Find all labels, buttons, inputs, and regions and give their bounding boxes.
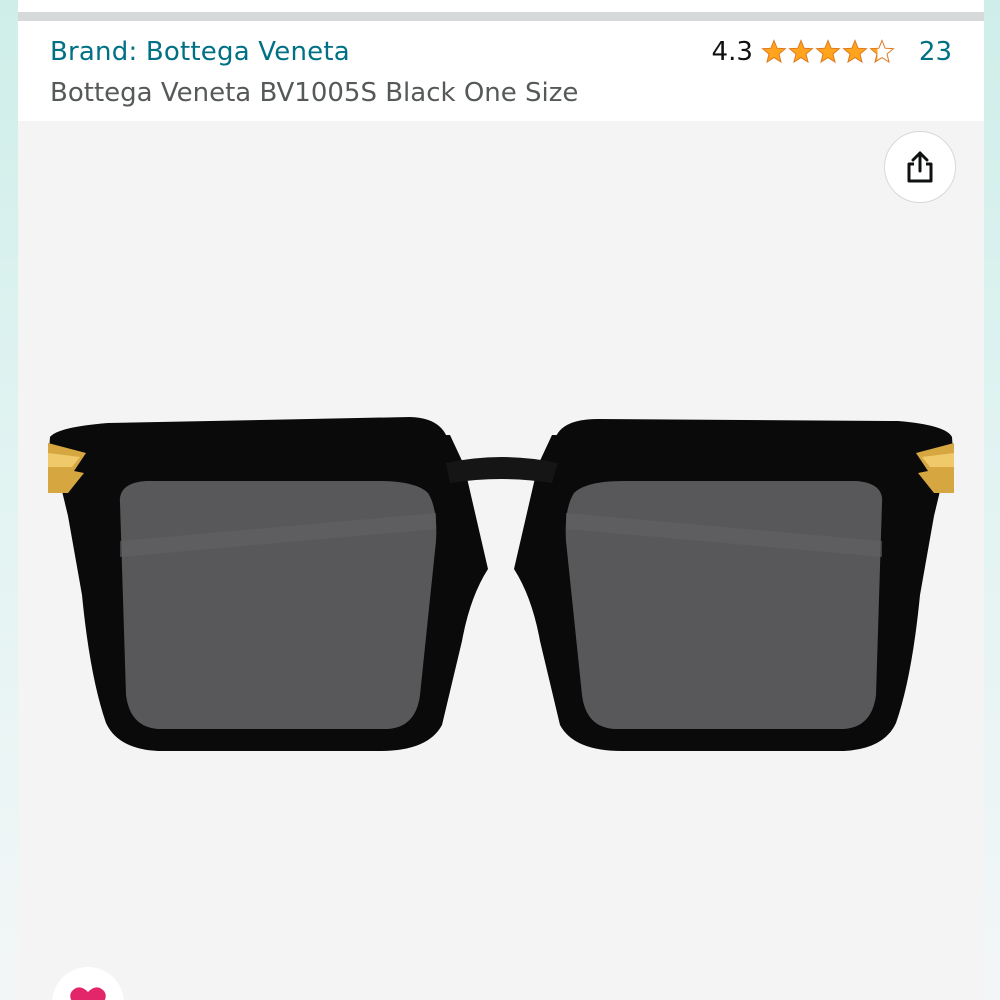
- product-header: Brand: Bottega Veneta Bottega Veneta BV1…: [18, 21, 984, 121]
- rating-count-link[interactable]: 23: [919, 37, 952, 67]
- top-status-area: [18, 0, 984, 12]
- sunglasses-image: [48, 417, 954, 751]
- star-rating[interactable]: [761, 39, 895, 65]
- product-title: Bottega Veneta BV1005S Black One Size: [50, 78, 579, 108]
- heart-icon: [70, 987, 106, 1000]
- product-image-gallery[interactable]: [18, 121, 984, 1000]
- brand-link[interactable]: Brand: Bottega Veneta: [50, 37, 350, 67]
- stars-icon: [762, 40, 894, 63]
- share-button[interactable]: [884, 131, 956, 203]
- product-card: Brand: Bottega Veneta Bottega Veneta BV1…: [18, 21, 984, 1000]
- share-icon: [907, 151, 933, 183]
- top-divider: [18, 12, 984, 21]
- rating-summary[interactable]: 4.3 23: [712, 37, 952, 67]
- rating-value: 4.3: [711, 37, 753, 67]
